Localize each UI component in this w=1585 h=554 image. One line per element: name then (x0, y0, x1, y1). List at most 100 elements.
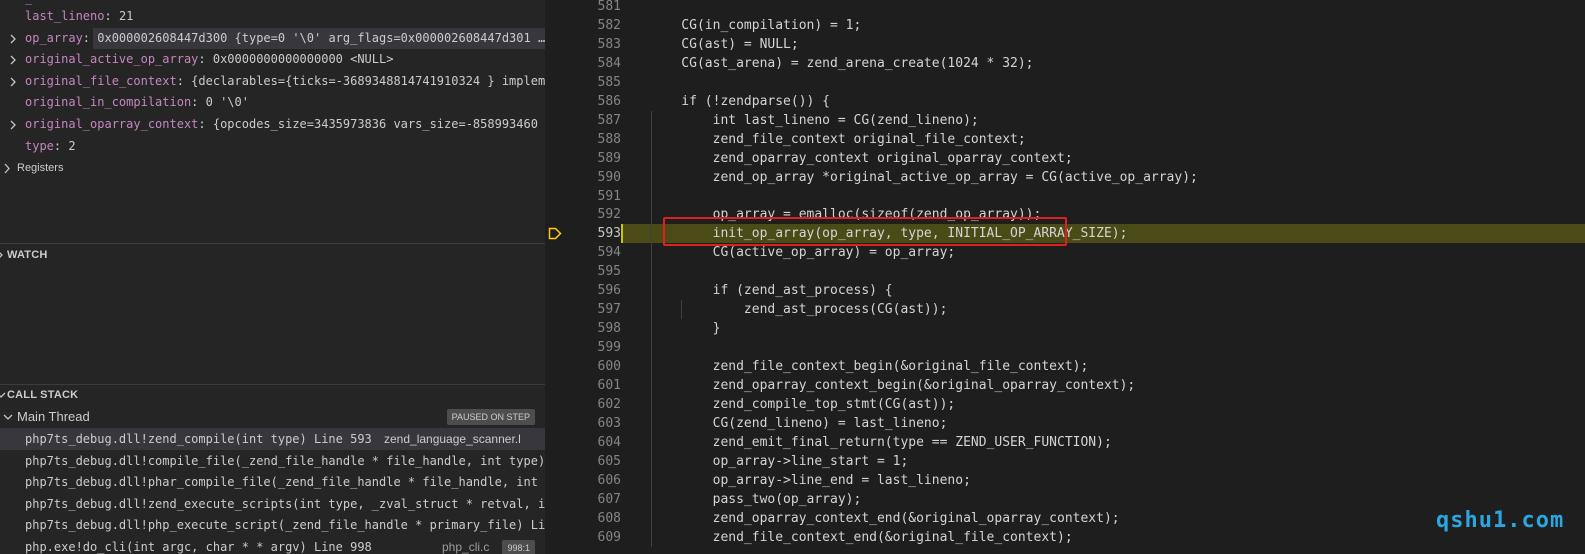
code-text: zend_file_context original_file_context; (650, 131, 1026, 147)
code-line[interactable]: 586 if (!zendparse()) { (545, 92, 1585, 111)
stack-frame-row[interactable]: php.exe!do_cli(int argc, char * * argv) … (0, 536, 545, 554)
registers-label: Registers (17, 162, 64, 174)
variable-name: original_in_compilation (25, 95, 192, 109)
thread-row[interactable]: Main Thread PAUSED ON STEP (0, 406, 545, 428)
code-text: zend_compile_top_stmt(CG(ast)); (650, 396, 956, 412)
call-stack-title: CALL STACK (7, 389, 79, 401)
chevron-right-icon[interactable] (0, 244, 4, 274)
variable-name: op_array (25, 31, 83, 45)
watermark-text: qshu1.com (1436, 508, 1565, 533)
code-text: } (650, 321, 721, 337)
variable-row[interactable]: original_in_compilation: 0 '\0' (0, 92, 545, 113)
variable-name: original_oparray_context (25, 117, 199, 131)
code-text: zend_file_context_end(&original_file_con… (650, 529, 1073, 545)
code-text: zend_oparray_context original_oparray_co… (650, 150, 1073, 166)
debugger-window: _ last_lineno: 21 op_array: 0x0000026084… (0, 0, 1585, 554)
code-line[interactable]: 581 (545, 0, 1585, 16)
variable-row[interactable]: type: 2 (0, 136, 545, 157)
code-text: op_array->line_end = last_lineno; (650, 472, 971, 488)
code-line[interactable]: 605 op_array->line_start = 1; (545, 452, 1585, 471)
indent-guide (681, 300, 682, 320)
stack-frame-function: php7ts_debug.dll!zend_execute_scripts(in… (25, 497, 545, 511)
code-line[interactable]: 590 zend_op_array *original_active_op_ar… (545, 168, 1585, 187)
stack-frame-row[interactable]: php7ts_debug.dll!zend_compile(int type) … (0, 428, 545, 450)
variable-name: last_lineno (25, 9, 105, 23)
stack-frame-row[interactable]: php7ts_debug.dll!compile_file(_zend_file… (0, 450, 545, 472)
code-text: zend_ast_process(CG(ast)); (650, 302, 948, 318)
code-line[interactable]: 598 } (545, 319, 1585, 338)
code-line[interactable]: 591 (545, 187, 1585, 206)
code-line[interactable]: 595 (545, 262, 1585, 281)
stack-frame-function: php7ts_debug.dll!zend_compile(int type) … (25, 432, 372, 446)
code-text: zend_file_context_begin(&original_file_c… (650, 359, 1089, 375)
thread-name: Main Thread (17, 409, 90, 424)
code-line[interactable]: 589 zend_oparray_context original_oparra… (545, 149, 1585, 168)
variable-value: 0x000002608447d300 {type=0 '\0' arg_flag… (97, 31, 545, 45)
stack-frame-source: zend_language_scanner.l (384, 432, 521, 446)
code-line[interactable]: 582 CG(in_compilation) = 1; (545, 16, 1585, 35)
variable-value: 21 (118, 9, 134, 23)
variable-row[interactable]: original_file_context: {declarables={tic… (0, 71, 545, 92)
stack-frame-source: php_cli.c (442, 540, 490, 554)
code-line[interactable]: 602 zend_compile_top_stmt(CG(ast)); (545, 395, 1585, 414)
code-text: op_array->line_start = 1; (650, 453, 909, 469)
code-line[interactable]: 606 op_array->line_end = last_lineno; (545, 471, 1585, 490)
code-text: CG(in_compilation) = 1; (650, 17, 862, 33)
code-line[interactable]: 604 zend_emit_final_return(type == ZEND_… (545, 433, 1585, 452)
code-text: CG(zend_lineno) = last_lineno; (650, 415, 948, 431)
variable-value: 2 (68, 139, 76, 153)
code-line[interactable]: 585 (545, 73, 1585, 92)
registers-row[interactable]: Registers (0, 158, 545, 179)
code-line[interactable]: 609 zend_file_context_end(&original_file… (545, 528, 1585, 547)
variable-value: {opcodes_size=3435973836 vars_size=-8589… (212, 117, 545, 131)
code-text: CG(ast) = NULL; (650, 36, 799, 52)
debug-sidebar: _ last_lineno: 21 op_array: 0x0000026084… (0, 0, 545, 554)
stack-frame-row[interactable]: php7ts_debug.dll!zend_execute_scripts(in… (0, 493, 545, 515)
code-line[interactable]: 601 zend_oparray_context_begin(&original… (545, 376, 1585, 395)
code-line[interactable]: 608 zend_oparray_context_end(&original_o… (545, 509, 1585, 528)
variable-value: {declarables={ticks=-3689348814741910324… (191, 74, 545, 88)
code-line[interactable]: 583 CG(ast) = NULL; (545, 35, 1585, 54)
code-line[interactable]: 596 if (zend_ast_process) { (545, 281, 1585, 300)
code-line[interactable]: 599 (545, 338, 1585, 357)
code-editor[interactable]: 581 582 CG(in_compilation) = 1; 583 CG(ast… (545, 0, 1585, 554)
watch-title: WATCH (7, 249, 48, 261)
code-line[interactable]: 588 zend_file_context original_file_cont… (545, 130, 1585, 149)
code-line[interactable]: 603 CG(zend_lineno) = last_lineno; (545, 414, 1585, 433)
code-text: int last_lineno = CG(zend_lineno); (650, 112, 979, 128)
variable-name: original_active_op_array (25, 52, 199, 66)
stack-frame-function: php7ts_debug.dll!phar_compile_file(_zend… (25, 475, 545, 489)
code-line[interactable]: 600 zend_file_context_begin(&original_fi… (545, 357, 1585, 376)
stack-frame-row[interactable]: php7ts_debug.dll!phar_compile_file(_zend… (0, 471, 545, 493)
code-line[interactable]: 584 CG(ast_arena) = zend_arena_create(10… (545, 54, 1585, 73)
code-line[interactable]: 587 int last_lineno = CG(zend_lineno); (545, 111, 1585, 130)
code-text: zend_oparray_context_end(&original_oparr… (650, 510, 1120, 526)
variable-row[interactable]: last_lineno: 21 (0, 6, 545, 27)
chevron-right-icon[interactable] (3, 158, 11, 187)
variable-name: type (25, 139, 54, 153)
variable-name: original_file_context (25, 74, 177, 88)
paused-status-badge: PAUSED ON STEP (446, 409, 535, 425)
variable-value: 0x0000000000000000 <NULL> (212, 52, 394, 66)
code-line[interactable]: 594 CG(active_op_array) = op_array; (545, 243, 1585, 262)
stack-frame-row[interactable]: php7ts_debug.dll!php_execute_script(_zen… (0, 514, 545, 536)
code-line[interactable]: 597 zend_ast_process(CG(ast)); (545, 300, 1585, 319)
code-text: if (!zendparse()) { (650, 93, 831, 109)
variable-row[interactable]: original_active_op_array: 0x000000000000… (0, 49, 545, 70)
call-stack-section-header[interactable]: CALL STACK (0, 384, 545, 406)
code-text: zend_oparray_context_begin(&original_opa… (650, 378, 1136, 393)
code-text: CG(active_op_array) = op_array; (650, 245, 956, 261)
code-text: pass_two(op_array); (650, 491, 862, 507)
code-text: zend_op_array *original_active_op_array … (650, 169, 1198, 185)
stack-frame-line-badge: 998:1 (502, 540, 535, 554)
stack-frame-function: php7ts_debug.dll!php_execute_script(_zen… (25, 518, 545, 532)
variable-row[interactable]: original_oparray_context: {opcodes_size=… (0, 114, 545, 135)
variable-row-selected[interactable]: op_array: 0x000002608447d300 {type=0 '\0… (0, 28, 545, 49)
indent-guide (651, 110, 652, 547)
highlight-annotation-box (663, 217, 1067, 246)
current-line-marker (621, 224, 623, 244)
code-text: if (zend_ast_process) { (650, 283, 893, 299)
watch-section-header[interactable]: WATCH (0, 244, 545, 266)
code-line[interactable]: 607 pass_two(op_array); (545, 490, 1585, 509)
stack-frame-function: php7ts_debug.dll!compile_file(_zend_file… (25, 454, 545, 468)
